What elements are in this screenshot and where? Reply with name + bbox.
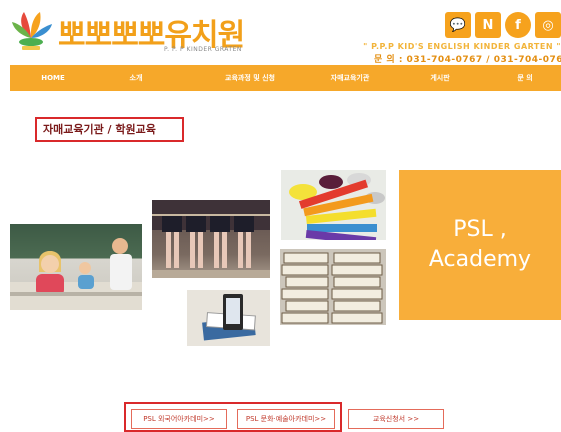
- logo-subtitle: P. P. P KINDER GRATEN: [164, 46, 242, 53]
- ballet-illustration: [152, 200, 270, 278]
- naver-blog-icon[interactable]: N: [475, 12, 501, 38]
- psl-academy-banner: PSL , Academy: [399, 170, 561, 320]
- nav-about[interactable]: 소개: [116, 65, 156, 91]
- tagline: " P.P.P KID'S ENGLISH KINDER GARTEN ": [363, 42, 561, 51]
- nav-home[interactable]: HOME: [28, 65, 78, 91]
- nav-sister-institutions[interactable]: 자매교육기관: [315, 65, 385, 91]
- devices-illustration: [202, 294, 256, 341]
- instagram-icon[interactable]: ◎: [535, 12, 561, 38]
- chat-icon[interactable]: 💬: [445, 12, 471, 38]
- paint-illustration: [289, 173, 385, 240]
- logo[interactable]: 뽀뽀뽀뽀유치원 P. P. P KINDER GRATEN: [8, 6, 245, 58]
- paint-swatches-photo: [281, 170, 386, 240]
- devices-photo: [187, 290, 270, 346]
- psl-banner-line1: PSL ,: [453, 217, 507, 242]
- nav-curriculum[interactable]: 교육과정 및 신청: [200, 65, 300, 91]
- page-title: 자매교육기관 / 학원교육: [35, 117, 184, 142]
- psl-foreign-language-button[interactable]: PSL 외국어아카데미>>: [131, 409, 227, 429]
- books-photo: [280, 249, 386, 325]
- main-nav: HOME 소개 교육과정 및 신청 자매교육기관 게시판 문 의: [10, 65, 561, 91]
- facebook-icon[interactable]: f: [505, 12, 531, 38]
- nav-board[interactable]: 게시판: [420, 65, 460, 91]
- application-form-button[interactable]: 교육신청서 >>: [348, 409, 444, 429]
- classroom-illustration: [10, 238, 142, 310]
- psl-banner-line2: Academy: [428, 247, 532, 272]
- nav-contact[interactable]: 문 의: [505, 65, 545, 91]
- classroom-photo: [10, 224, 142, 310]
- psl-culture-arts-button[interactable]: PSL 문화·예술아카데미>>: [237, 409, 335, 429]
- books-illustration: [281, 252, 383, 324]
- phone-contact: 문 의 : 031-704-0767 / 031-704-0766: [374, 55, 561, 65]
- logo-flower-icon: [12, 12, 52, 50]
- ballet-photo: [152, 200, 270, 278]
